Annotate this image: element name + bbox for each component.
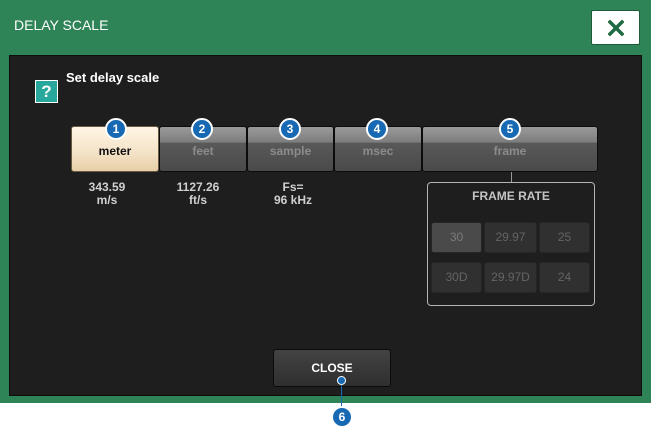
frame-rate-29-97[interactable]: 29.97 xyxy=(484,222,537,253)
meter-info: 343.59 m/s xyxy=(79,181,135,207)
dialog-title: DELAY SCALE xyxy=(14,17,109,33)
badge-4: 4 xyxy=(366,118,388,140)
badge-5: 5 xyxy=(499,118,521,140)
frame-rate-30d[interactable]: 30D xyxy=(431,262,482,293)
sample-info: Fs= 96 kHz xyxy=(263,181,323,207)
frame-rate-30[interactable]: 30 xyxy=(431,222,482,253)
help-text: Set delay scale xyxy=(66,70,160,85)
sample-label: sample xyxy=(269,144,312,158)
frame-rate-25[interactable]: 25 xyxy=(539,222,590,253)
frame-rate-29-97d[interactable]: 29.97D xyxy=(484,262,537,293)
badge-6: 6 xyxy=(331,406,353,428)
close-icon xyxy=(608,20,624,36)
help-icon[interactable]: ? xyxy=(35,80,58,103)
badge-1: 1 xyxy=(105,118,127,140)
close-button-label: CLOSE xyxy=(311,361,353,375)
feet-speed-unit: ft/s xyxy=(189,193,207,207)
meter-label: meter xyxy=(98,144,132,158)
badge-2: 2 xyxy=(191,118,213,140)
callout-pointer-dot xyxy=(337,376,346,385)
frame-rate-24[interactable]: 24 xyxy=(539,262,590,293)
msec-label: msec xyxy=(362,144,394,158)
meter-speed-unit: m/s xyxy=(96,193,118,207)
badge-3: 3 xyxy=(279,118,301,140)
sample-rate-value: 96 kHz xyxy=(273,193,313,207)
frame-connector-line xyxy=(511,172,512,182)
feet-label: feet xyxy=(192,144,214,158)
close-button[interactable]: CLOSE xyxy=(273,349,391,387)
frame-rate-title: FRAME RATE xyxy=(472,189,550,203)
title-bar: DELAY SCALE xyxy=(0,0,651,50)
close-x-button[interactable] xyxy=(591,10,640,45)
frame-label: frame xyxy=(493,144,527,158)
feet-info: 1127.26 ft/s xyxy=(168,181,228,207)
